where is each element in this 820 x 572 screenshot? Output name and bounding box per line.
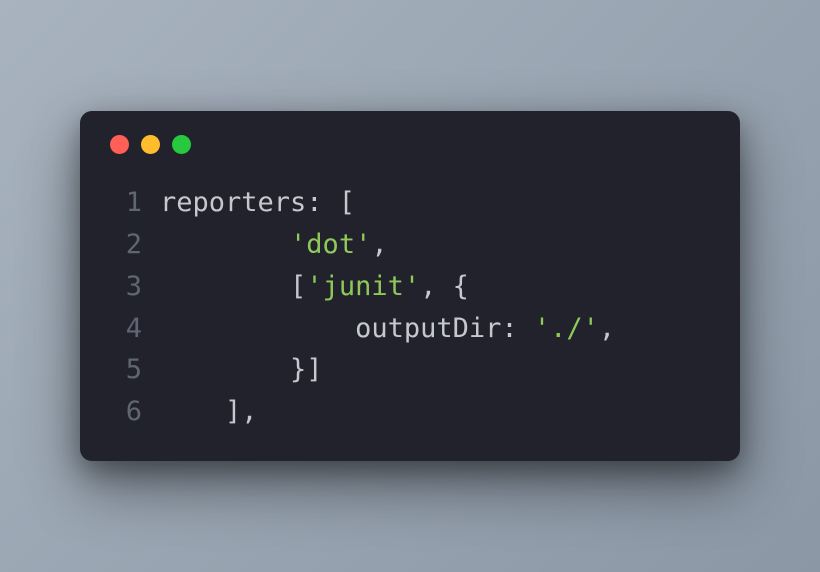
- line-number: 5: [108, 349, 142, 391]
- token-string: './': [534, 313, 599, 344]
- line-number: 2: [108, 224, 142, 266]
- close-icon[interactable]: [110, 135, 129, 154]
- token-punct: }]: [160, 354, 323, 385]
- token-punct: ,: [599, 313, 615, 344]
- code-content: 'dot',: [142, 224, 388, 266]
- token-punct: , {: [420, 271, 469, 302]
- code-line: 2 'dot',: [108, 224, 712, 266]
- code-line: 3 ['junit', {: [108, 266, 712, 308]
- code-content: }]: [142, 349, 323, 391]
- token-punct: ,: [371, 229, 387, 260]
- code-line: 5 }]: [108, 349, 712, 391]
- code-content: ['junit', {: [142, 266, 469, 308]
- line-number: 1: [108, 182, 142, 224]
- token-punct: reporters: [: [160, 187, 355, 218]
- code-line: 4 outputDir: './',: [108, 308, 712, 350]
- code-window: 1reporters: [2 'dot',3 ['junit', {4 outp…: [80, 111, 740, 461]
- code-line: 1 reporters: [: [108, 182, 712, 224]
- code-content: ],: [142, 391, 258, 433]
- code-editor: 1reporters: [2 'dot',3 ['junit', {4 outp…: [108, 182, 712, 433]
- token-punct: ],: [160, 396, 258, 427]
- token-punct: [160, 229, 290, 260]
- token-punct: outputDir:: [160, 313, 534, 344]
- code-line: 6 ],: [108, 391, 712, 433]
- token-string: 'junit': [306, 271, 420, 302]
- minimize-icon[interactable]: [141, 135, 160, 154]
- zoom-icon[interactable]: [172, 135, 191, 154]
- line-number: 4: [108, 308, 142, 350]
- code-content: reporters: [: [142, 182, 355, 224]
- window-titlebar: [108, 135, 712, 154]
- line-number: 6: [108, 391, 142, 433]
- code-content: outputDir: './',: [142, 308, 615, 350]
- token-punct: [: [160, 271, 306, 302]
- token-string: 'dot': [290, 229, 371, 260]
- line-number: 3: [108, 266, 142, 308]
